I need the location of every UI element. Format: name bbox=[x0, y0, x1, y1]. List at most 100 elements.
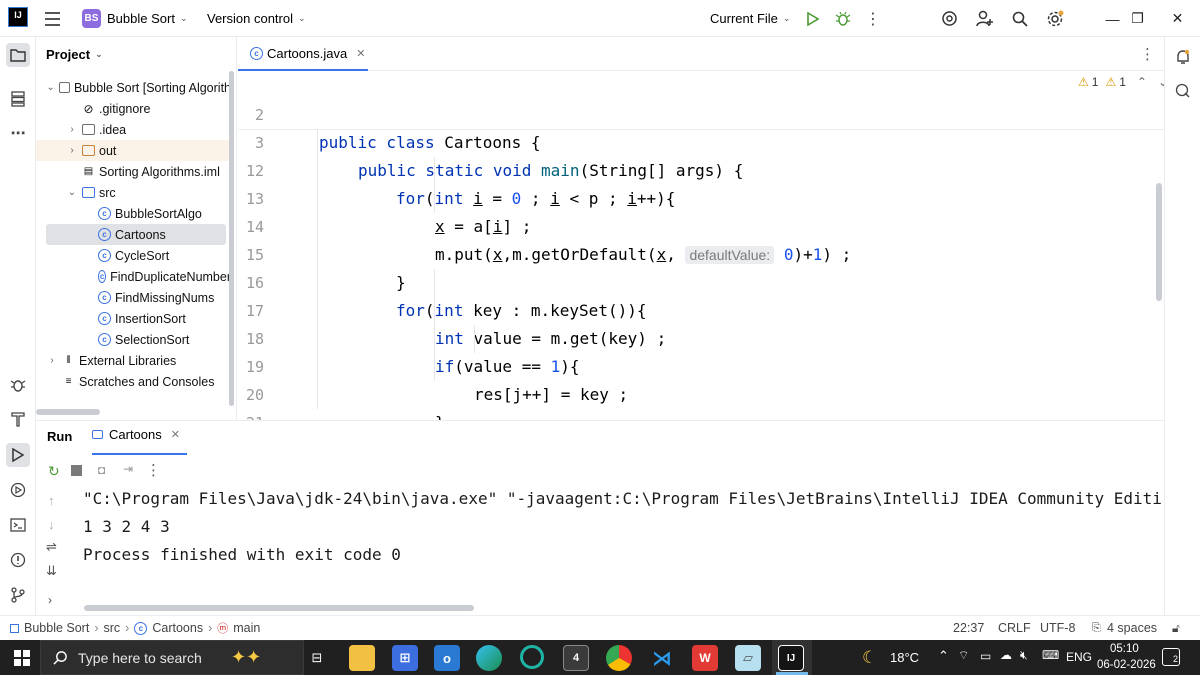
tree-item-sorting-algorithms-iml[interactable]: ▤ Sorting Algorithms.iml bbox=[36, 161, 231, 182]
code-line[interactable]: 3 public static void main(String[] args)… bbox=[238, 101, 1164, 180]
run-more-icon[interactable]: ⋮ bbox=[146, 461, 161, 479]
code-line[interactable]: 20 } bbox=[238, 353, 1164, 432]
outlook-icon[interactable]: o bbox=[434, 645, 460, 671]
export-icon[interactable]: ⇥ bbox=[123, 462, 133, 476]
structure-tool-icon[interactable] bbox=[6, 87, 30, 111]
tree-item-external-libraries[interactable]: › ⫴ External Libraries bbox=[36, 350, 231, 371]
line-separator[interactable]: CRLF bbox=[998, 621, 1031, 635]
weather-temp[interactable]: 18°C bbox=[890, 650, 919, 665]
code-line[interactable]: 15 } bbox=[238, 213, 1164, 292]
run-tool-icon[interactable] bbox=[6, 443, 30, 467]
horizontal-scrollbar[interactable] bbox=[36, 409, 100, 415]
tab-options-icon[interactable]: ⋮ bbox=[1140, 45, 1155, 63]
git-tool-icon[interactable] bbox=[6, 583, 30, 607]
chevron-down-icon[interactable]: ⌄ bbox=[46, 82, 55, 93]
code-line[interactable]: 21 } bbox=[238, 381, 1164, 460]
wifi-icon[interactable]: ⌔ bbox=[958, 648, 969, 663]
editor-scrollbar[interactable] bbox=[1156, 183, 1162, 301]
terminal-tool-icon[interactable] bbox=[6, 513, 30, 537]
more-tools-icon[interactable]: ⋯ bbox=[6, 121, 30, 145]
more-actions-icon[interactable]: ⋮ bbox=[865, 0, 881, 37]
tree-item-bubble-sort-sorting-algorith[interactable]: ⌄ Bubble Sort [Sorting Algorith bbox=[36, 77, 231, 98]
edge-icon[interactable] bbox=[476, 645, 502, 671]
console-scrollbar[interactable] bbox=[84, 605, 474, 611]
tree-item-bubblesortalgo[interactable]: c BubbleSortAlgo bbox=[36, 203, 231, 224]
expand-icon[interactable]: › bbox=[48, 593, 52, 607]
code-line[interactable]: 16 for(int key : m.keySet()){ bbox=[238, 241, 1164, 320]
chevron-down-icon[interactable]: ⌄ bbox=[66, 187, 78, 198]
notification-center-icon[interactable]: 2 bbox=[1162, 648, 1180, 666]
code-line[interactable]: 14 m.put(x,m.getOrDefault(x, defaultValu… bbox=[238, 185, 1164, 264]
screenshot-icon[interactable]: ◘ bbox=[98, 463, 105, 477]
project-panel-header[interactable]: Project ⌄ bbox=[46, 37, 103, 71]
stop-icon[interactable] bbox=[71, 465, 82, 476]
rerun-icon[interactable]: ↻ bbox=[48, 463, 60, 480]
search-icon[interactable] bbox=[1011, 0, 1029, 37]
build-tool-icon[interactable] bbox=[6, 407, 30, 431]
eraser-app-icon[interactable]: ▱ bbox=[735, 645, 761, 671]
windows-start-icon[interactable] bbox=[14, 650, 30, 669]
run-tab-close-icon[interactable]: ✕ bbox=[171, 428, 180, 441]
notifications-icon[interactable] bbox=[1171, 45, 1195, 69]
debug-tool-icon[interactable] bbox=[6, 373, 30, 397]
breadcrumb-item[interactable]: src bbox=[104, 621, 121, 635]
breadcrumb-item[interactable]: main bbox=[233, 621, 260, 635]
teams-icon[interactable]: 4 bbox=[563, 645, 589, 671]
chevron-right-icon[interactable]: › bbox=[66, 124, 78, 135]
store-icon[interactable]: ⊞ bbox=[392, 645, 418, 671]
tree-item-findduplicatenumber[interactable]: c FindDuplicateNumber bbox=[36, 266, 231, 287]
chevron-right-icon[interactable]: › bbox=[66, 145, 78, 156]
indent-setting[interactable]: 4 spaces bbox=[1107, 621, 1157, 635]
battery-icon[interactable]: ▭ bbox=[980, 649, 991, 663]
keyboard-icon[interactable]: ⌨ bbox=[1042, 648, 1059, 662]
tab-cartoons[interactable]: c Cartoons.java ✕ bbox=[238, 37, 368, 71]
vscode-icon[interactable]: ⋊ bbox=[649, 645, 675, 671]
run-config-selector[interactable]: Current File ⌄ bbox=[710, 0, 790, 37]
run-tab-cartoons[interactable]: Cartoons ✕ bbox=[92, 427, 180, 442]
language-indicator[interactable]: ENG bbox=[1066, 650, 1092, 664]
project-widget[interactable]: BS Bubble Sort ⌄ bbox=[82, 0, 187, 37]
add-user-icon[interactable] bbox=[976, 0, 994, 37]
breadcrumb-item[interactable]: Bubble Sort bbox=[24, 621, 89, 635]
vcs-widget[interactable]: Version control ⌄ bbox=[207, 0, 306, 37]
tree-item-src[interactable]: ⌄ src bbox=[36, 182, 231, 203]
tree-item-cyclesort[interactable]: c CycleSort bbox=[36, 245, 231, 266]
vertical-scrollbar[interactable] bbox=[229, 71, 234, 406]
code-line[interactable]: 13 x = a[i] ; bbox=[238, 157, 1164, 236]
scroll-to-end-icon[interactable]: ⇊ bbox=[46, 563, 57, 579]
tree-item-out[interactable]: › out bbox=[36, 140, 231, 161]
code-line[interactable]: 17 int value = m.get(key) ; bbox=[238, 269, 1164, 348]
file-explorer-icon[interactable] bbox=[349, 645, 375, 671]
tree-item-idea[interactable]: › .idea bbox=[36, 119, 231, 140]
settings-icon[interactable] bbox=[1045, 0, 1065, 37]
services-tool-icon[interactable] bbox=[6, 478, 30, 502]
code-line[interactable]: 12 for(int i = 0 ; i < p ; i++){ bbox=[238, 129, 1164, 208]
chrome-icon[interactable] bbox=[606, 645, 632, 671]
tree-item-findmissingnums[interactable]: c FindMissingNums bbox=[36, 287, 231, 308]
lock-icon[interactable]: 🔓︎ bbox=[1172, 621, 1180, 636]
tray-expand-icon[interactable]: ⌃ bbox=[938, 648, 949, 664]
clock-time[interactable]: 05:10 bbox=[1110, 643, 1139, 655]
code-line[interactable]: 18 if(value == 1){ bbox=[238, 297, 1164, 376]
ai-chat-icon[interactable] bbox=[1171, 79, 1195, 103]
clock-date[interactable]: 06-02-2026 bbox=[1097, 659, 1156, 671]
tree-item-scratches-and-consoles[interactable]: ≡ Scratches and Consoles bbox=[36, 371, 231, 392]
main-menu-icon[interactable] bbox=[44, 0, 60, 37]
file-encoding[interactable]: UTF-8 bbox=[1040, 621, 1075, 635]
soft-wrap-icon[interactable]: ⇌ bbox=[46, 539, 57, 555]
code-line[interactable]: 2 public class Cartoons { bbox=[238, 73, 1164, 152]
close-icon[interactable]: ✕ bbox=[1155, 0, 1200, 37]
caret-position[interactable]: 22:37 bbox=[953, 621, 984, 635]
taskbar-search-box[interactable]: Type here to search ✦✦ bbox=[40, 640, 304, 675]
tree-item-gitignore[interactable]: ⊘ .gitignore bbox=[36, 98, 231, 119]
problems-tool-icon[interactable] bbox=[6, 548, 30, 572]
tree-item-selectionsort[interactable]: c SelectionSort bbox=[36, 329, 231, 350]
wps-icon[interactable]: W bbox=[692, 645, 718, 671]
chevron-right-icon[interactable]: › bbox=[46, 355, 58, 366]
ai-assistant-icon[interactable] bbox=[940, 0, 958, 37]
scroll-down-icon[interactable]: ↓ bbox=[48, 517, 55, 532]
tree-item-insertionsort[interactable]: c InsertionSort bbox=[36, 308, 231, 329]
run-icon[interactable] bbox=[805, 0, 821, 37]
tab-close-icon[interactable]: ✕ bbox=[356, 47, 365, 60]
copilot-icon[interactable] bbox=[520, 645, 544, 669]
